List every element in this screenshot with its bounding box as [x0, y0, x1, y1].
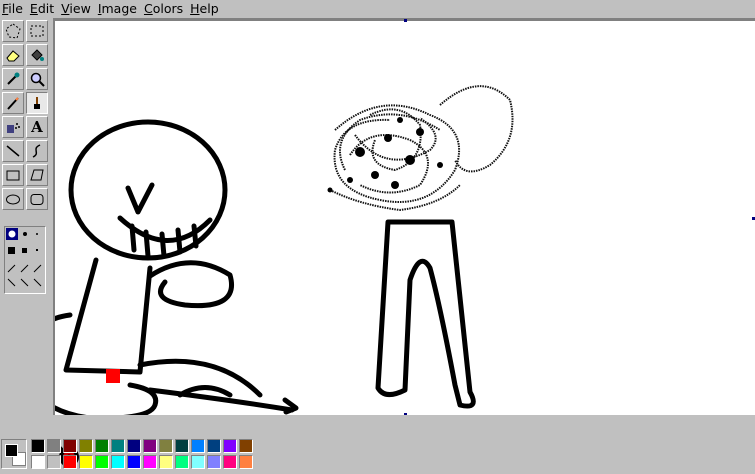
palette-color-bottom-0[interactable]: [31, 455, 45, 469]
palette-color-bottom-13[interactable]: [239, 455, 253, 469]
foreground-color-swatch: [5, 444, 18, 457]
menu-bar: File Edit View Image Colors Help: [0, 0, 755, 18]
palette-color-top-12[interactable]: [223, 439, 237, 453]
palette-color-bottom-8[interactable]: [159, 455, 173, 469]
tool-brush[interactable]: [26, 92, 48, 114]
rectangle-icon: [6, 170, 20, 181]
palette-color-top-1[interactable]: [47, 439, 61, 453]
palette-color-bottom-2[interactable]: [63, 455, 77, 469]
palette-color-top-10[interactable]: [191, 439, 205, 453]
palette-color-bottom-11[interactable]: [207, 455, 221, 469]
menu-colors[interactable]: Colors: [142, 0, 188, 18]
tool-text[interactable]: A: [26, 116, 48, 138]
palette-color-top-11[interactable]: [207, 439, 221, 453]
rounded-rect-icon: [30, 194, 44, 205]
palette-color-top-8[interactable]: [159, 439, 173, 453]
brush-shape-options-icon: [6, 228, 42, 287]
brush-icon: [34, 97, 40, 109]
menu-file[interactable]: File: [0, 0, 28, 18]
menu-image[interactable]: Image: [96, 0, 142, 18]
menu-view[interactable]: View: [59, 0, 96, 18]
tool-fill[interactable]: [26, 44, 48, 66]
fill-bucket-icon: [31, 49, 44, 61]
palette-color-top-9[interactable]: [175, 439, 189, 453]
menu-edit[interactable]: Edit: [28, 0, 59, 18]
drawing-canvas[interactable]: [55, 21, 755, 415]
line-icon: [6, 145, 20, 157]
tool-rect-select[interactable]: [26, 20, 48, 42]
palette-color-bottom-9[interactable]: [175, 455, 189, 469]
tool-ellipse[interactable]: [2, 188, 24, 210]
tool-airbrush[interactable]: [2, 116, 24, 138]
canvas-drawing: [55, 85, 514, 415]
palette-color-bottom-4[interactable]: [95, 455, 109, 469]
palette-color-top-7[interactable]: [143, 439, 157, 453]
tool-pencil[interactable]: [2, 92, 24, 114]
palette-color-top-13[interactable]: [239, 439, 253, 453]
palette-color-bottom-12[interactable]: [223, 455, 237, 469]
magnifier-icon: [30, 72, 45, 87]
polygon-icon: [30, 169, 44, 181]
airbrush-icon: [7, 123, 20, 133]
free-select-icon: [5, 23, 21, 39]
palette-color-top-0[interactable]: [31, 439, 45, 453]
rect-select-icon: [30, 25, 44, 37]
text-icon: A: [31, 118, 43, 136]
toolbox: A: [0, 18, 53, 428]
pencil-icon: [7, 97, 19, 110]
tool-rounded-rect[interactable]: [26, 188, 48, 210]
tool-free-select[interactable]: [2, 20, 24, 42]
tool-curve[interactable]: [26, 140, 48, 162]
palette-color-bottom-7[interactable]: [143, 455, 157, 469]
horizontal-scrollbar[interactable]: [53, 415, 755, 428]
eraser-icon: [6, 50, 20, 62]
palette-color-bottom-5[interactable]: [111, 455, 125, 469]
palette-color-top-5[interactable]: [111, 439, 125, 453]
resize-handle-top[interactable]: [404, 19, 407, 22]
tool-eraser[interactable]: [2, 44, 24, 66]
tool-magnifier[interactable]: [26, 68, 48, 90]
palette-color-top-4[interactable]: [95, 439, 109, 453]
tool-polygon[interactable]: [26, 164, 48, 186]
color-picker-icon: [7, 72, 20, 85]
tool-rectangle[interactable]: [2, 164, 24, 186]
palette-color-top-2[interactable]: [63, 439, 77, 453]
tool-color-picker[interactable]: [2, 68, 24, 90]
curve-icon: [32, 144, 41, 158]
palette-color-top-6[interactable]: [127, 439, 141, 453]
current-colors[interactable]: [1, 439, 27, 469]
tool-line[interactable]: [2, 140, 24, 162]
palette-color-bottom-1[interactable]: [47, 455, 61, 469]
menu-help[interactable]: Help: [188, 0, 224, 18]
palette-color-bottom-3[interactable]: [79, 455, 93, 469]
palette-color-bottom-10[interactable]: [191, 455, 205, 469]
ellipse-icon: [6, 194, 20, 205]
palette-color-bottom-6[interactable]: [127, 455, 141, 469]
palette-color-top-3[interactable]: [79, 439, 93, 453]
tool-options[interactable]: [4, 226, 46, 294]
